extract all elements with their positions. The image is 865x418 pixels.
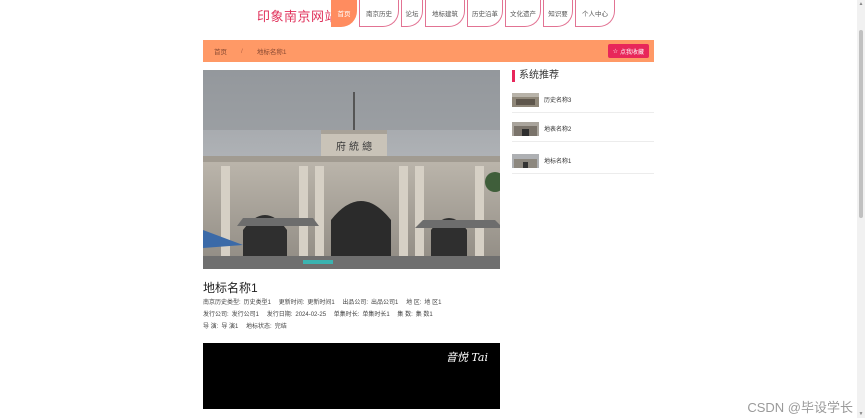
meta-director-value: 导 演1	[221, 324, 239, 330]
meta-region-value: 地 区1	[424, 300, 442, 306]
site-logo[interactable]: 印象南京网站	[257, 6, 338, 25]
page-scrollbar[interactable]: ▲ ▼	[857, 0, 865, 418]
nav-tab-history-evolution[interactable]: 历史沿革	[467, 0, 503, 27]
main-nav: 首页 南京历史 论坛 地标建筑 历史沿革 文化遗产 知识要 个人中心	[331, 0, 617, 28]
meta-release-date-value: 2024-02-25	[295, 312, 327, 318]
nav-tab-forum[interactable]: 论坛	[401, 0, 423, 27]
meta-duration-key: 单集时长:	[333, 312, 360, 318]
landmark-title: 地标名称1	[203, 281, 258, 295]
meta-producer-value: 出品公司1	[371, 300, 399, 306]
favorite-button-label: 点我收藏	[619, 49, 644, 56]
recommend-title: 系统推荐	[512, 70, 559, 82]
meta-row-2: 发行公司: 发行公司1 发行日期: 2024-02-25 单集时长: 单集时长1 集 …	[203, 309, 439, 318]
meta-row-1: 南京历史类型: 历史类型1 更新时间: 更新时间1 出品公司: 出品公司1 地 区: 地…	[203, 297, 447, 306]
nav-tab-user-center[interactable]: 个人中心	[575, 0, 615, 27]
recommend-item[interactable]: 地标名称1	[512, 148, 654, 174]
meta-type-key: 南京历史类型:	[203, 300, 241, 306]
meta-region-key: 地 区:	[406, 300, 422, 306]
video-player[interactable]: 音悦 Tai	[203, 343, 500, 409]
nav-tab-home[interactable]: 首页	[331, 0, 357, 27]
recommend-thumbnail	[512, 153, 539, 168]
meta-producer-key: 出品公司:	[342, 300, 369, 306]
nav-tab-knowledge[interactable]: 知识要	[543, 0, 573, 27]
landmark-photo: 府 統 總	[203, 70, 500, 269]
breadcrumb-home[interactable]: 首页	[214, 46, 227, 56]
meta-status-value: 完结	[274, 324, 287, 330]
video-watermark: 音悦 Tai	[445, 351, 488, 364]
recommend-item[interactable]: 历史名称3	[512, 87, 654, 113]
meta-row-3: 导 演: 导 演1 地标状态: 完结	[203, 321, 293, 330]
meta-update-value: 更新时间1	[307, 300, 335, 306]
meta-director-key: 导 演:	[203, 324, 219, 330]
recommend-thumbnail	[512, 92, 539, 107]
star-icon: ☆	[612, 48, 618, 55]
meta-release-date-key: 发行日期:	[266, 312, 293, 318]
breadcrumb-current: 地标名称1	[256, 49, 287, 56]
meta-type-value: 历史类型1	[243, 300, 272, 306]
favorite-button[interactable]: ☆ 点我收藏	[607, 44, 649, 58]
scroll-up-icon[interactable]: ▲	[858, 1, 864, 7]
recommend-thumbnail	[512, 121, 539, 136]
meta-duration-value: 单集时长1	[362, 312, 390, 318]
meta-distributor-key: 发行公司:	[203, 312, 229, 318]
svg-text:府 統 總: 府 統 總	[336, 140, 372, 153]
recommend-item[interactable]: 地表名称2	[512, 116, 654, 142]
watermark: CSDN @毕设学长	[747, 400, 853, 415]
meta-distributor-value: 发行公司1	[231, 312, 260, 318]
meta-episodes-value: 集 数1	[415, 312, 433, 318]
meta-update-key: 更新时间:	[278, 300, 305, 306]
breadcrumb: 首页 / 地标名称1 ☆ 点我收藏	[203, 40, 654, 62]
recommend-label: 历史名称3	[544, 98, 572, 104]
recommend-label: 地表名称2	[544, 127, 572, 133]
nav-tab-nanjing-history[interactable]: 南京历史	[359, 0, 399, 27]
nav-tab-landmarks[interactable]: 地标建筑	[425, 0, 465, 27]
scroll-down-icon[interactable]: ▼	[858, 411, 864, 417]
meta-status-key: 地标状态:	[246, 324, 272, 330]
meta-episodes-key: 集 数:	[397, 312, 413, 318]
nav-tab-cultural-heritage[interactable]: 文化遗产	[505, 0, 541, 27]
recommend-label: 地标名称1	[544, 159, 572, 165]
breadcrumb-separator: /	[241, 47, 243, 55]
scroll-thumb[interactable]	[859, 30, 863, 218]
